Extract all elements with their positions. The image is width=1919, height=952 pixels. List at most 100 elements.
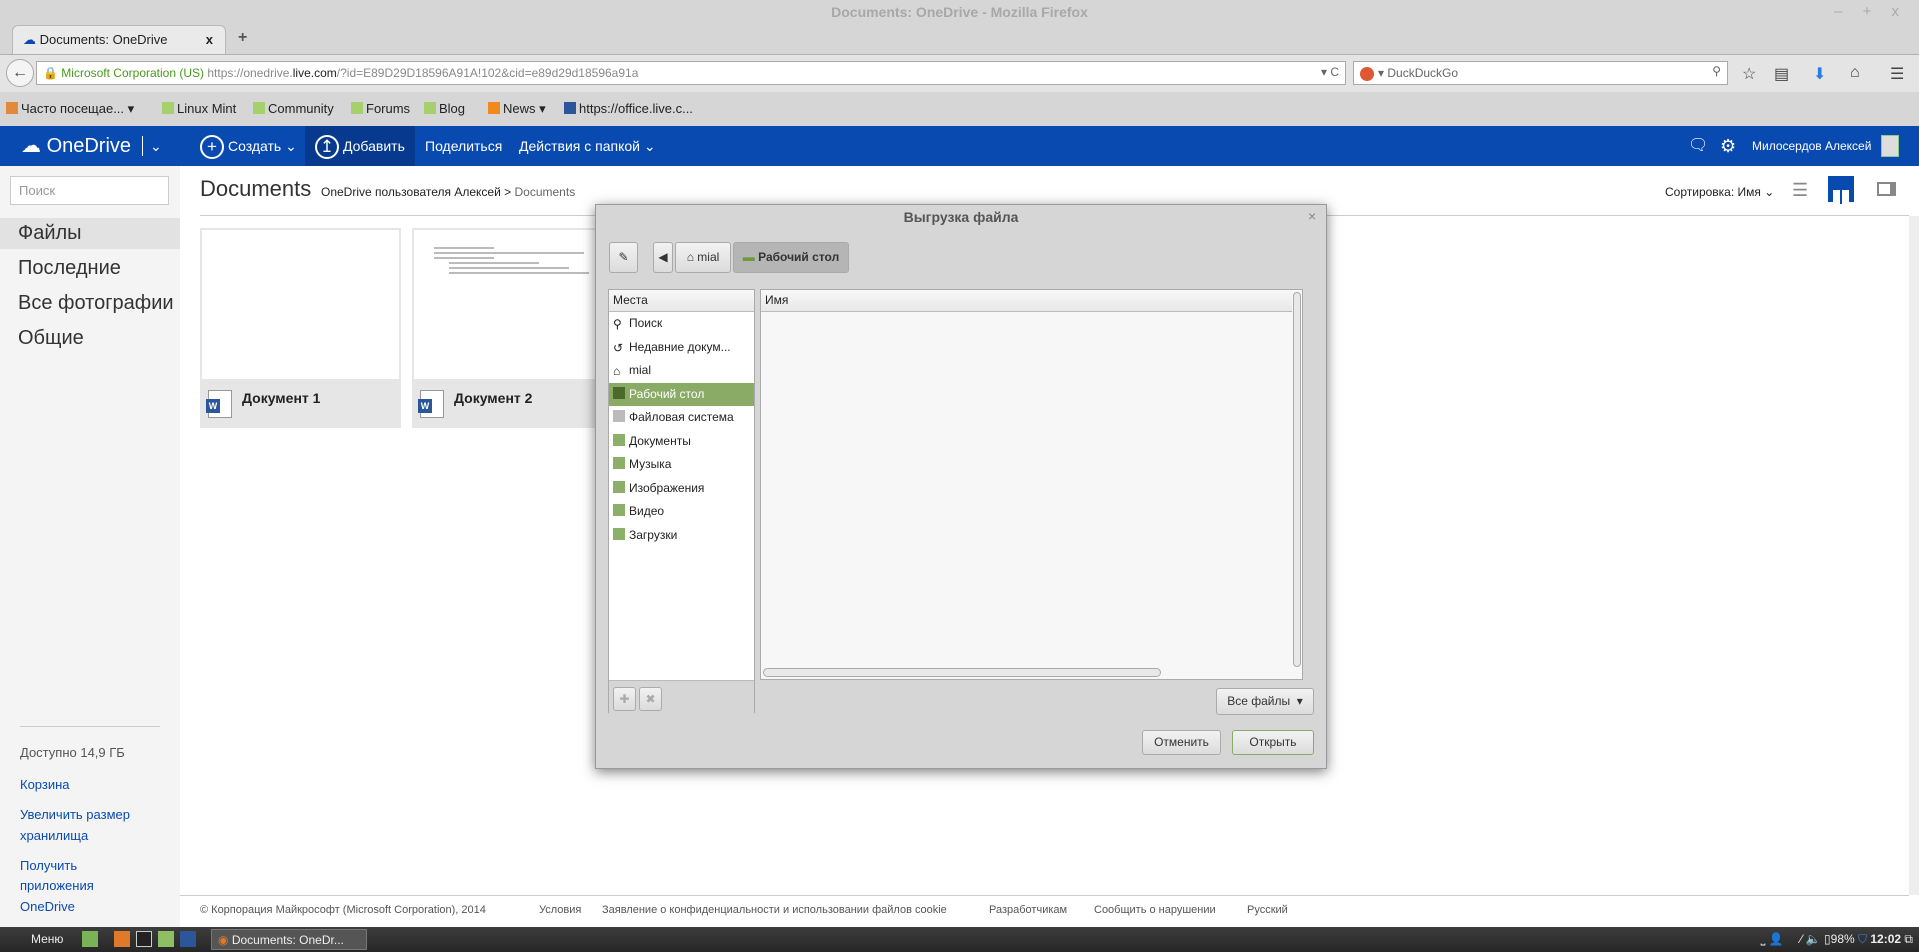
taskbar-window-button[interactable]: ◉ Documents: OneDr... [211,929,367,950]
terminal-launcher-icon[interactable] [136,931,152,947]
network-icon[interactable]: ⁄ [1800,932,1802,946]
tiles-view-icon[interactable] [1828,176,1854,204]
gear-icon[interactable]: ⚙ [1720,126,1736,166]
bookmark-community[interactable]: Community [253,101,334,116]
user-icon[interactable]: 👤 [1769,932,1784,946]
footer-link-terms[interactable]: Условия [539,904,581,916]
file-tile[interactable]: W Документ 2 [412,228,613,428]
sidebar-item-photos[interactable]: Все фотографии [0,288,180,319]
footer-link-privacy[interactable]: Заявление о конфиденциальности и использ… [602,904,947,916]
url-bar[interactable]: 🔒 Microsoft Corporation (US) https://one… [36,61,1346,85]
start-menu-button[interactable]: Меню [31,932,63,946]
place-downloads[interactable]: Загрузки [609,524,754,548]
feedback-icon[interactable]: 🗨 [1688,126,1708,166]
bookmarks-menu-icon[interactable]: ▤ [1774,64,1789,84]
page-scrollbar[interactable] [1909,216,1919,895]
place-videos[interactable]: Видео [609,500,754,524]
word-launcher-icon[interactable] [180,931,196,947]
battery-icon[interactable]: ▯ [1824,932,1831,946]
place-home[interactable]: ⌂ mial [609,359,754,383]
get-apps-link-3[interactable]: OneDrive [20,899,75,914]
avatar[interactable] [1881,135,1899,157]
bookmark-news[interactable]: News ▾ [488,101,546,117]
path-back-button[interactable]: ◀ [653,242,673,273]
onedrive-header: ☁ OneDrive ⌄ + Создать ⌄ ↥ Добавить Подели… [0,126,1919,166]
sidebar-item-files[interactable]: Файлы [0,218,180,249]
folder-actions-button[interactable]: Действия с папкой ⌄ [519,126,656,166]
desktop-icon: ▬ [742,250,755,264]
home-icon: ⌂ [686,250,694,264]
volume-icon[interactable]: 🔈 [1806,932,1821,946]
place-filesystem[interactable]: Файловая система [609,406,754,430]
footer-link-report[interactable]: Сообщить о нарушении [1094,904,1216,916]
path-desktop-button[interactable]: ▬ Рабочий стол [733,242,849,273]
app-switcher-chevron-icon[interactable]: ⌄ [150,126,162,166]
search-input[interactable]: Поиск [10,176,169,205]
home-icon[interactable]: ⌂ [1850,64,1860,82]
onedrive-logo[interactable]: ☁ OneDrive [21,126,131,166]
type-location-button[interactable]: ✎ [609,242,638,273]
get-apps-link[interactable]: Получить [20,858,77,873]
footer-link-developers[interactable]: Разработчикам [989,904,1067,916]
show-desktop-icon[interactable] [82,931,98,947]
bookmark-blog[interactable]: Blog [424,101,465,116]
file-tile[interactable]: W Документ 1 [200,228,401,428]
get-apps-link-2[interactable]: приложения [20,878,94,893]
window-controls[interactable]: – + x [1834,3,1907,20]
user-name[interactable]: Милосердов Алексей [1752,126,1871,166]
downloads-icon[interactable]: ⬇ [1813,64,1826,84]
place-music[interactable]: Музыка [609,453,754,477]
site-identity[interactable]: Microsoft Corporation (US) [61,66,204,80]
open-button[interactable]: Открыть [1232,730,1314,755]
bookmark-linux-mint[interactable]: Linux Mint [162,101,236,116]
search-bar[interactable]: ▾ DuckDuckGo ⚲ [1353,61,1728,85]
sidebar-item-shared[interactable]: Общие [0,323,180,354]
place-recent[interactable]: ↺ Недавние докум... [609,336,754,360]
list-view-icon[interactable]: ☰ [1792,180,1808,201]
cancel-button[interactable]: Отменить [1142,730,1221,755]
recycle-bin-link[interactable]: Корзина [20,777,70,792]
new-tab-button[interactable]: + [238,29,247,47]
sidebar-item-recent[interactable]: Последние [0,253,180,284]
search-icon[interactable]: ⚲ [1712,64,1721,78]
browser-tab[interactable]: ☁ Documents: OneDrive x [12,25,226,54]
breadcrumb-root[interactable]: OneDrive пользователя Алексей [321,185,501,199]
reload-button[interactable]: ▾ C [1321,65,1339,79]
name-column-header[interactable]: Имя [761,290,1292,312]
bookmark-most-visited[interactable]: Часто посещае... ▾ [6,101,134,117]
details-pane-icon[interactable] [1877,182,1896,196]
share-button[interactable]: Поделиться [425,126,502,166]
clock[interactable]: 12:02 [1870,932,1901,946]
tab-close-icon[interactable]: x [206,32,213,47]
bookmark-forums[interactable]: Forums [351,101,410,116]
horizontal-scrollbar[interactable] [763,668,1161,677]
place-search[interactable]: ⚲ Поиск [609,312,754,336]
back-button[interactable]: ← [6,59,34,87]
workspace-icon[interactable]: ⎵ [1761,932,1769,946]
place-documents[interactable]: Документы [609,430,754,454]
firefox-launcher-icon[interactable] [114,931,130,947]
pencil-icon: ✎ [618,250,629,264]
shield-icon[interactable]: ⛉ [1858,932,1867,946]
upgrade-storage-link-2[interactable]: хранилища [20,828,88,843]
divider [20,726,160,727]
bookmark-office[interactable]: https://office.live.c... [564,101,693,116]
sort-dropdown[interactable]: Сортировка: Имя ⌄ [1665,185,1774,199]
windows-icon[interactable]: ⧉ [1904,932,1913,946]
bookmark-star-icon[interactable]: ☆ [1742,64,1756,84]
place-desktop[interactable]: Рабочий стол [609,382,754,406]
upload-button[interactable]: ↥ Добавить [305,126,415,166]
files-launcher-icon[interactable] [158,931,174,947]
path-home-button[interactable]: ⌂ mial [675,242,731,273]
file-list[interactable]: Имя [760,289,1303,680]
remove-bookmark-button[interactable]: ✖ [639,687,662,711]
vertical-scrollbar[interactable] [1293,292,1301,667]
menu-icon[interactable]: ☰ [1890,64,1904,84]
footer-link-language[interactable]: Русский [1247,904,1288,916]
close-icon[interactable]: × [1308,208,1316,224]
create-button[interactable]: + Создать ⌄ [200,126,297,166]
place-pictures[interactable]: Изображения [609,477,754,501]
upgrade-storage-link[interactable]: Увеличить размер [20,807,130,822]
add-bookmark-button[interactable]: ✚ [613,687,636,711]
file-filter-select[interactable]: Все файлы ▾ [1216,688,1314,715]
